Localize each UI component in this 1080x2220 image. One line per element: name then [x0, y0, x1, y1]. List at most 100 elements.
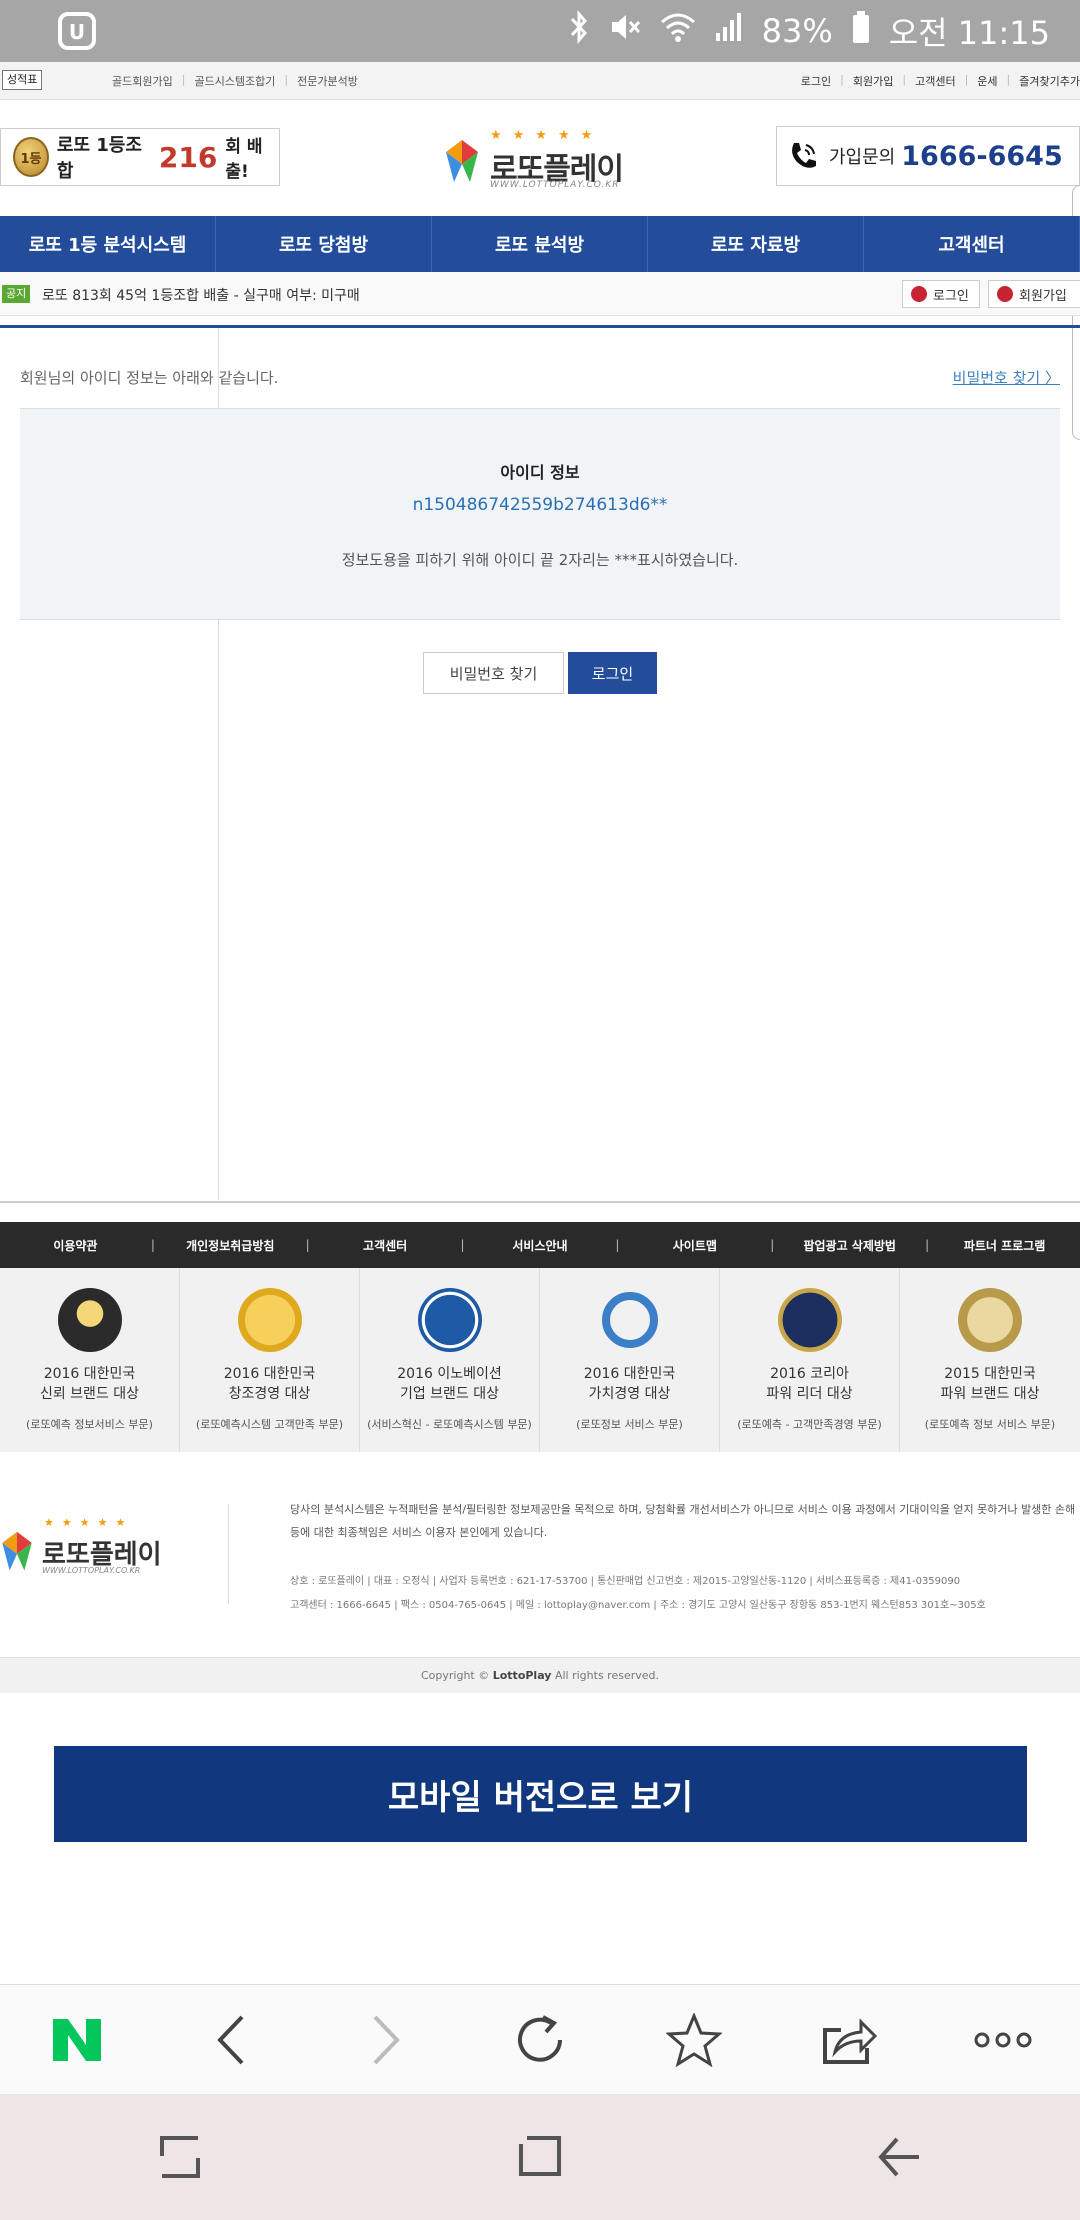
- nav-item-analysis-system[interactable]: 로또 1등 분석시스템: [0, 216, 216, 272]
- clock: 오전 11:15: [888, 14, 1050, 52]
- medal-icon: 1등: [13, 137, 49, 177]
- notice-bar: 공지 로또 813회 45억 1등조합 배출 - 실구매 여부: 미구매 로그인…: [0, 272, 1080, 316]
- action-buttons: 비밀번호 찾기 로그인: [423, 652, 657, 694]
- footer-link-sitemap[interactable]: 사이트맵: [619, 1237, 770, 1254]
- gold-system-link[interactable]: 골드시스템조합기: [194, 73, 275, 89]
- intro-text: 회원님의 아이디 정보는 아래와 같습니다.: [20, 369, 279, 387]
- first-prize-banner[interactable]: 1등 로또 1등조합 216 회 배출!: [0, 128, 280, 186]
- site-header: 1등 로또 1등조합 216 회 배출! ★★★★★ 로또플레이 WWW.LOT…: [0, 100, 1080, 216]
- disclaimer-text: 당사의 분석시스템은 누적패턴을 분석/필터링한 정보제공만을 목적으로 하며,…: [290, 1503, 1076, 1539]
- top-support-link[interactable]: 고객센터: [915, 73, 955, 89]
- awards-strip: 2016 대한민국 신뢰 브랜드 대상 (로또예측 정보서비스 부문) 2016 …: [0, 1268, 1080, 1452]
- notice-join-button[interactable]: 회원가입: [988, 280, 1080, 308]
- main-nav: 로또 1등 분석시스템 로또 당첨방 로또 분석방 로또 자료방 고객센터: [0, 216, 1080, 272]
- site-logo[interactable]: ★★★★★ 로또플레이 WWW.LOTTOPLAY.CO.KR: [444, 128, 624, 192]
- nav-item-analysis-room[interactable]: 로또 분석방: [432, 216, 648, 272]
- nav-item-winning-room[interactable]: 로또 당첨방: [216, 216, 432, 272]
- trophy-award-icon: [58, 1288, 122, 1352]
- user-icon: [911, 286, 927, 302]
- logo-url: WWW.LOTTOPLAY.CO.KR: [490, 180, 620, 190]
- nav-back-icon[interactable]: [860, 2117, 940, 2197]
- divider: [228, 1504, 229, 1604]
- footer-link-privacy[interactable]: 개인정보취급방침: [155, 1237, 306, 1254]
- find-password-link[interactable]: 비밀번호 찾기 〉: [953, 367, 1060, 388]
- notice-tag: 공지: [2, 285, 31, 303]
- footer-logo: ★★★★★ 로또플레이 WWW.LOTTOPLAY.CO.KR: [0, 1516, 180, 1584]
- mobile-version-button[interactable]: 모바일 버전으로 보기: [54, 1746, 1027, 1842]
- footer-links: 이용약관 | 개인정보취급방침 | 고객센터 | 서비스안내 | 사이트맵 | 팝업광고 …: [0, 1222, 1080, 1268]
- power-leader-icon: [778, 1288, 842, 1352]
- copyright: Copyright © LottoPlay All rights reserve…: [0, 1657, 1080, 1693]
- business-info-line: 상호 : 로또플레이 | 대표 : 오정식 | 사업자 등록번호 : 621-1…: [290, 1576, 961, 1587]
- footer-link-popup[interactable]: 팝업광고 삭제방법: [774, 1237, 925, 1254]
- signal-icon: [714, 11, 744, 51]
- gold-seal-icon: [238, 1288, 302, 1352]
- award-item: 2016 코리아 파워 리더 대상 (로또예측 - 고객만족경영 부문): [720, 1268, 900, 1452]
- find-password-button[interactable]: 비밀번호 찾기: [423, 652, 564, 694]
- report-card-button[interactable]: 성적표: [2, 70, 43, 90]
- business-info-line: 고객센터 : 1666-6645 | 팩스 : 0504-765-0645 | …: [290, 1600, 986, 1611]
- promo-text: 로또 1등조합: [56, 135, 142, 182]
- footer-link-service[interactable]: 서비스안내: [465, 1237, 616, 1254]
- phone-inquiry-box[interactable]: 가입문의 1666-6645: [776, 126, 1080, 186]
- recent-apps-icon[interactable]: [140, 2117, 220, 2197]
- award-item: 2016 이노베이션 기업 브랜드 대상 (서비스혁신 - 로또예측시스템 부문): [360, 1268, 540, 1452]
- top-bookmark-link[interactable]: 즐겨찾기추가: [1019, 73, 1080, 89]
- wifi-icon: [660, 11, 696, 51]
- award-item: 2016 대한민국 가치경영 대상 (로또정보 서비스 부문): [540, 1268, 720, 1452]
- divider: [0, 1201, 1080, 1203]
- battery-percent: 83%: [761, 12, 833, 50]
- login-button[interactable]: 로그인: [568, 652, 657, 694]
- user-id-value: n150486742559b274613d6**: [412, 495, 668, 515]
- browser-toolbar: [0, 1984, 1080, 2094]
- promo-number: 216: [158, 140, 218, 174]
- phone-label: 가입문의: [829, 147, 896, 168]
- naver-home-icon[interactable]: [37, 2000, 117, 2080]
- android-nav-bar: [0, 2094, 1080, 2220]
- more-icon[interactable]: [963, 2000, 1043, 2080]
- notice-text[interactable]: 로또 813회 45억 1등조합 배출 - 실구매 여부: 미구매: [42, 285, 360, 305]
- back-icon[interactable]: [191, 2000, 271, 2080]
- id-info-box: 아이디 정보 n150486742559b274613d6** 정보도용을 피하…: [20, 408, 1060, 620]
- nav-item-archive[interactable]: 로또 자료방: [648, 216, 864, 272]
- top-login-link[interactable]: 로그인: [801, 73, 831, 89]
- report-card-label: 성적표: [7, 73, 38, 86]
- mute-icon: [608, 10, 642, 52]
- user-icon: [997, 286, 1013, 302]
- gold-signup-link[interactable]: 골드회원가입: [112, 73, 173, 89]
- business-info: 상호 : 로또플레이 | 대표 : 오정식 | 사업자 등록번호 : 621-1…: [290, 1570, 1080, 1618]
- company-info: ★★★★★ 로또플레이 WWW.LOTTOPLAY.CO.KR 당사의 분석시스…: [0, 1452, 1080, 1657]
- top-utility-bar: 성적표 골드회원가입 | 골드시스템조합기 | 전문가분석방 로그인 | 회원가입 | …: [0, 62, 1080, 100]
- notice-login-button[interactable]: 로그인: [902, 280, 980, 308]
- bookmark-star-icon[interactable]: [654, 2000, 734, 2080]
- notice-join-label: 회원가입: [1019, 288, 1067, 304]
- home-icon[interactable]: [500, 2117, 580, 2197]
- phone-number: 1666-6645: [901, 140, 1063, 172]
- logo-mark-icon: [446, 140, 478, 182]
- award-item: 2015 대한민국 파워 브랜드 대상 (로또예측 정보 서비스 부문): [900, 1268, 1080, 1452]
- ring-award-icon: [602, 1292, 658, 1348]
- share-icon[interactable]: [809, 2000, 889, 2080]
- svg-text:U: U: [69, 20, 85, 44]
- forward-icon[interactable]: [346, 2000, 426, 2080]
- footer-logo-url: WWW.LOTTOPLAY.CO.KR: [42, 1566, 141, 1575]
- footer-link-partner[interactable]: 파트너 프로그램: [929, 1237, 1080, 1254]
- blue-seal-icon: [418, 1288, 482, 1352]
- footer-link-support[interactable]: 고객센터: [310, 1237, 461, 1254]
- top-fortune-link[interactable]: 운세: [977, 73, 997, 89]
- id-info-title: 아이디 정보: [500, 463, 580, 482]
- status-bar: U 83% 오전 11:15: [0, 0, 1080, 62]
- gold-medal-icon: [958, 1288, 1022, 1352]
- battery-icon: [851, 10, 871, 52]
- refresh-icon[interactable]: [500, 2000, 580, 2080]
- top-signup-link[interactable]: 회원가입: [853, 73, 893, 89]
- bluetooth-icon: [568, 9, 590, 52]
- phone-icon: [792, 143, 816, 168]
- nav-item-support[interactable]: 고객센터: [864, 216, 1080, 272]
- promo-suffix: 회 배출!: [225, 137, 263, 182]
- expert-analysis-link[interactable]: 전문가분석방: [297, 73, 358, 89]
- footer-link-terms[interactable]: 이용약관: [0, 1237, 151, 1254]
- award-item: 2016 대한민국 창조경영 대상 (로또예측시스템 고객만족 부문): [180, 1268, 360, 1452]
- divider: [0, 325, 1080, 328]
- stars-icon: ★★★★★: [490, 128, 604, 143]
